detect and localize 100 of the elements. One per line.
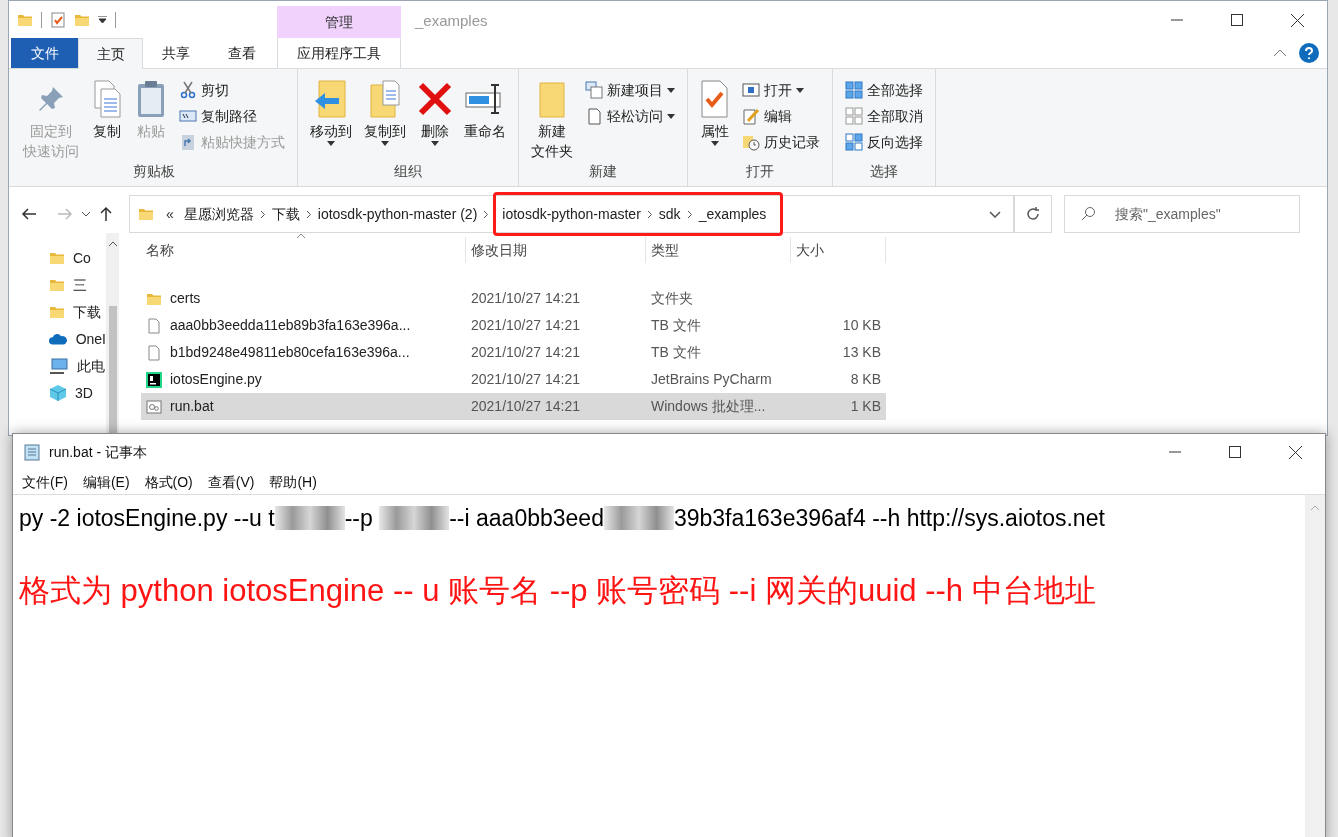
ribbon-tab[interactable]: 主页: [78, 38, 143, 69]
collapse-ribbon-icon[interactable]: [1273, 49, 1287, 57]
maximize-icon[interactable]: [1229, 446, 1241, 458]
file-name: b1bd9248e49811eb80cefa163e396a...: [170, 343, 410, 362]
ribbon-button[interactable]: 复制路径: [175, 103, 289, 129]
checkmark-document-icon: [50, 11, 66, 28]
redaction-blur: [603, 506, 674, 530]
ribbon-button[interactable]: 新建 文件夹: [527, 73, 577, 161]
file-row[interactable]: certs 2021/10/27 14:21 文件夹: [141, 285, 886, 312]
menu-item[interactable]: 文件(F): [21, 471, 69, 493]
select-none-icon: [845, 107, 863, 125]
menu-item[interactable]: 查看(V): [206, 471, 256, 493]
scissors-icon: [179, 81, 197, 99]
column-header[interactable]: 修改日期: [466, 237, 646, 263]
ribbon-button[interactable]: 新建项目: [581, 77, 679, 103]
ribbon-button[interactable]: 轻松访问: [581, 103, 679, 129]
ribbon-button[interactable]: 移动到: [306, 73, 356, 146]
column-header[interactable]: 类型: [646, 237, 791, 263]
nav-item[interactable]: 三: [49, 274, 106, 296]
ribbon-tab[interactable]: 应用程序工具: [277, 38, 401, 68]
dropdown-caret-icon: [667, 113, 675, 119]
folder-icon: [49, 304, 65, 320]
nav-item[interactable]: 3D: [49, 382, 106, 404]
ribbon-button[interactable]: 打开: [738, 77, 824, 103]
scroll-up-icon[interactable]: [108, 241, 117, 246]
chevron-down-icon[interactable]: [989, 210, 1001, 218]
file-row[interactable]: aaa0bb3eedda11eb89b3fa163e396a... 2021/10/27 14:21 TB 文件 10 KB: [141, 312, 886, 339]
note-text: 格式为 python iotosEngine -- u 账号名 --p 账号密码 --i 网关的uuid --h 中台地址: [19, 572, 1097, 610]
table-cell-text: 2021/10/27 14:21: [470, 343, 581, 362]
ribbon-button[interactable]: 重命名: [460, 73, 510, 141]
chevron-right-icon: [305, 209, 312, 219]
search-field[interactable]: 搜索"_examples": [1064, 195, 1300, 233]
address-bar[interactable]: « 星愿浏览器 下载 iotosdk-python-master (2) iotosdk-python-master sdk _examples: [129, 195, 1014, 233]
nav-item[interactable]: 此电: [49, 355, 106, 377]
nav-item[interactable]: Co: [49, 247, 106, 269]
ribbon-tab[interactable]: 查看: [209, 38, 275, 68]
select-all-icon: [845, 81, 863, 99]
ribbon-button[interactable]: 历史记录: [738, 129, 824, 155]
breadcrumb[interactable]: 星愿浏览器: [177, 203, 260, 225]
ribbon-tab[interactable]: 文件: [11, 38, 78, 68]
breadcrumb[interactable]: _examples: [692, 203, 773, 225]
help-icon[interactable]: [1299, 43, 1319, 63]
command-text: --i aaa0bb3eed: [449, 503, 604, 533]
window-icon: [742, 81, 760, 99]
dropdown-caret-icon: [796, 87, 804, 93]
ribbon-button[interactable]: 剪切: [175, 77, 289, 103]
table-cell-text: Windows 批处理...: [650, 397, 767, 416]
pencil-document-icon: [742, 107, 760, 125]
back-arrow-icon[interactable]: [21, 207, 37, 221]
table-cell-text: 10 KB: [841, 316, 882, 335]
context-tab-group: 管理: [277, 6, 401, 38]
ribbon-button[interactable]: 全部选择: [841, 77, 927, 103]
folder-clock-icon: [742, 133, 760, 151]
breadcrumb[interactable]: 下载: [265, 203, 306, 225]
scrollbar[interactable]: [1305, 495, 1325, 837]
refresh-icon[interactable]: [1025, 206, 1041, 222]
document-icon: [146, 344, 162, 361]
close-icon[interactable]: [1288, 445, 1302, 459]
file-row[interactable]: iotosEngine.py 2021/10/27 14:21 JetBrains PyCharm 8 KB: [141, 366, 886, 393]
menu-item[interactable]: 编辑(E): [81, 471, 131, 493]
ribbon-group-label: 组织: [393, 162, 423, 181]
ribbon-button[interactable]: 全部取消: [841, 103, 927, 129]
table-cell-text: TB 文件: [650, 316, 702, 335]
ribbon-button[interactable]: 复制到: [360, 73, 410, 146]
up-arrow-icon[interactable]: [99, 206, 113, 222]
column-header[interactable]: 名称: [141, 237, 466, 263]
cube-icon: [49, 384, 67, 402]
ribbon-button[interactable]: 编辑: [738, 103, 824, 129]
breadcrumb[interactable]: iotosdk-python-master (2): [311, 203, 484, 225]
chevron-right-icon: [483, 209, 490, 219]
menu-item[interactable]: 帮助(H): [268, 471, 318, 493]
ribbon-button[interactable]: 删除: [414, 73, 456, 146]
maximize-icon[interactable]: [1231, 14, 1243, 26]
table-cell-text: 2021/10/27 14:21: [470, 289, 581, 308]
command-text: py -2 iotosEngine.py --u t: [19, 503, 275, 533]
ribbon-button[interactable]: 复制: [87, 73, 127, 141]
cloud-icon: [49, 332, 68, 346]
path-icon: [179, 107, 197, 125]
ribbon-button[interactable]: 反向选择: [841, 129, 927, 155]
close-icon[interactable]: [1290, 13, 1304, 27]
nav-item[interactable]: OneI: [49, 328, 106, 350]
scrollbar[interactable]: [106, 233, 119, 435]
breadcrumb[interactable]: iotosdk-python-master: [496, 203, 647, 225]
table-cell-text: 2021/10/27 14:21: [470, 397, 581, 416]
menu-item[interactable]: 格式(O): [143, 471, 194, 493]
column-header[interactable]: 大小: [791, 237, 886, 263]
text-area[interactable]: py -2 iotosEngine.py --u t --p --i aaa0bb3eed 39b3fa163e396af4 --h http://sys.aiotos.net 格式为 python iotosEngine -- u 账号名 --p 账号密码 --i 网关的uuid --h 中台地址: [13, 495, 1305, 837]
file-row[interactable]: run.bat 2021/10/27 14:21 Windows 批处理... 1 KB: [141, 393, 886, 420]
delete-icon: [418, 82, 452, 116]
ribbon-button[interactable]: 属性: [696, 73, 734, 146]
nav-item[interactable]: 下载: [49, 301, 106, 323]
breadcrumb[interactable]: sdk: [652, 203, 687, 225]
chevron-down-icon[interactable]: [81, 211, 91, 217]
redaction-blur: [274, 506, 345, 530]
file-name: iotosEngine.py: [170, 370, 262, 389]
chevron-right-icon: [686, 209, 693, 219]
ribbon-tab[interactable]: 共享: [143, 38, 209, 68]
file-row[interactable]: b1bd9248e49811eb80cefa163e396a... 2021/10/27 14:21 TB 文件 13 KB: [141, 339, 886, 366]
overflow-chevron[interactable]: «: [162, 203, 178, 225]
folder-documents-icon: [367, 79, 403, 119]
